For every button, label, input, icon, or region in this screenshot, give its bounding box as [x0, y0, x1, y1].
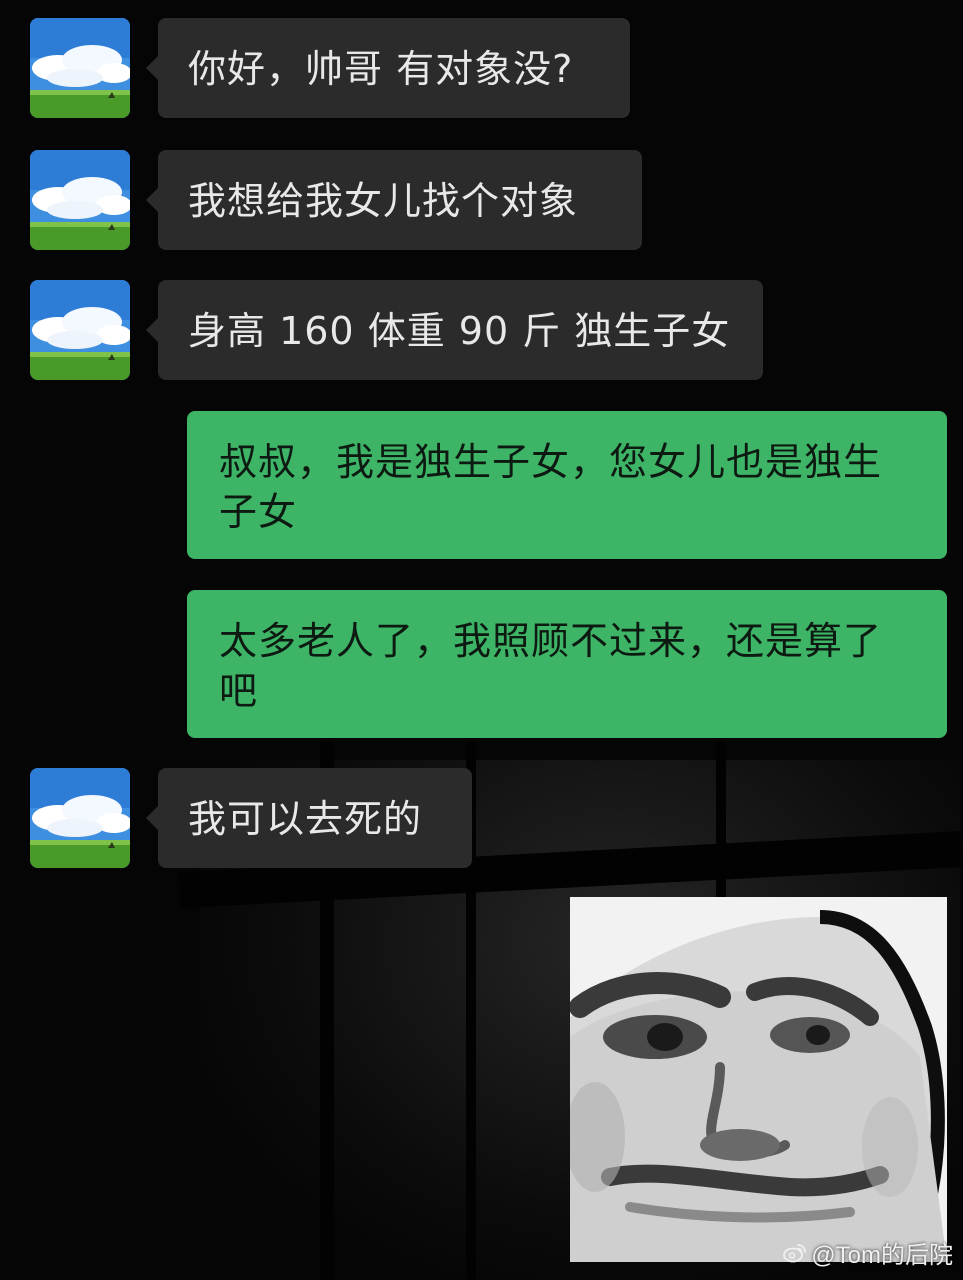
incoming-message-bubble[interactable]: 我可以去死的 [158, 768, 472, 868]
meme-face-icon [570, 897, 947, 1262]
contact-avatar[interactable] [30, 280, 130, 380]
contact-avatar[interactable] [30, 18, 130, 118]
contact-avatar[interactable] [30, 768, 130, 868]
landscape-avatar-icon [30, 18, 130, 118]
bubble-tail [146, 806, 158, 830]
bubble-tail [146, 318, 158, 342]
watermark-text: @Tom的后院 [811, 1242, 953, 1269]
landscape-avatar-icon [30, 280, 130, 380]
contact-avatar[interactable] [30, 150, 130, 250]
incoming-message-bubble[interactable]: 我想给我女儿找个对象 [158, 150, 642, 250]
watermark: @Tom的后院 [783, 1235, 953, 1270]
landscape-avatar-icon [30, 150, 130, 250]
incoming-message-bubble[interactable]: 你好，帅哥 有对象没? [158, 18, 630, 118]
landscape-avatar-icon [30, 768, 130, 868]
meme-face-sticker[interactable] [570, 897, 947, 1262]
outgoing-message-bubble[interactable]: 叔叔，我是独生子女，您女儿也是独生子女 [187, 411, 947, 559]
incoming-message-bubble[interactable]: 身高 160 体重 90 斤 独生子女 [158, 280, 763, 380]
bubble-tail [146, 188, 158, 212]
outgoing-message-bubble[interactable]: 太多老人了，我照顾不过来，还是算了吧 [187, 590, 947, 738]
weibo-logo-icon [783, 1243, 807, 1262]
bubble-tail [146, 56, 158, 80]
